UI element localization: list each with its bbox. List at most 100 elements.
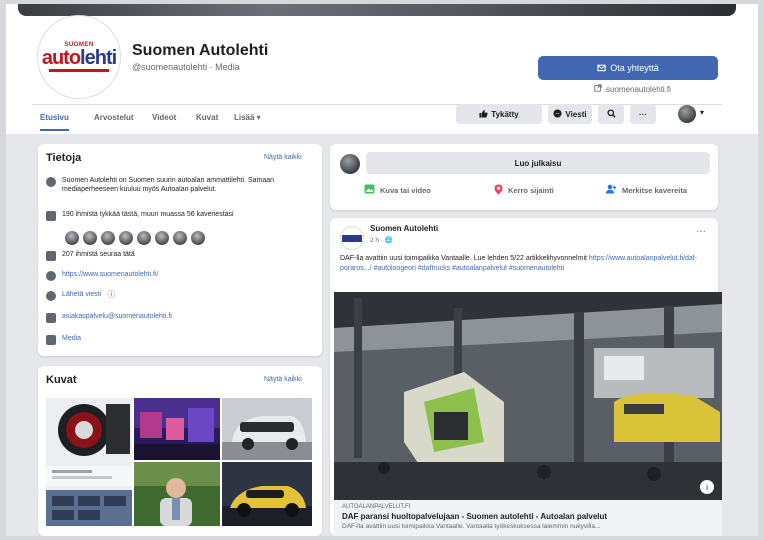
friend-avatars[interactable]	[64, 230, 206, 246]
tag-friends-action[interactable]: Merkitse kavereita	[606, 184, 687, 196]
contact-button[interactable]: Ota yhteyttä	[538, 56, 718, 80]
contact-button-label: Ota yhteyttä	[610, 63, 659, 73]
post-image[interactable]: i	[334, 292, 722, 500]
page-title: Suomen Autolehti	[132, 42, 269, 59]
post-options-button[interactable]: ···	[696, 226, 706, 237]
category-icon	[46, 335, 56, 345]
about-website-link[interactable]: https://www.suomenautolehti.fi/	[62, 270, 159, 279]
like-button[interactable]: Tykätty	[456, 104, 542, 124]
about-category-link[interactable]: Media	[62, 334, 81, 343]
email-icon	[46, 313, 56, 323]
thumbs-up-icon	[46, 211, 56, 221]
avatar[interactable]	[64, 230, 80, 246]
chevron-down-icon[interactable]: ▾	[700, 108, 704, 117]
about-message-row: Lähetä viesti ⓘ	[46, 290, 306, 301]
about-likes: 190 ihmistä tykkää tästä, muun muassa 56…	[62, 211, 234, 218]
thumbs-up-icon	[479, 109, 488, 120]
photos-title: Kuvat	[46, 374, 77, 386]
post-text: DAF-lla avattiin uusi toimipaikka Vantaa…	[340, 254, 706, 274]
link-preview-title: DAF paransi huoltopalvelujaan - Suomen a…	[342, 512, 608, 521]
about-followers: 207 ihmistä seuraa tätä	[62, 251, 135, 258]
globe-icon	[46, 271, 56, 281]
about-email-row: asiakaspalvelu@suomenautolehti.fi	[46, 312, 306, 323]
feed-post: Suomen Autolehti 2 h · 🌐 ··· DAF-lla ava…	[330, 218, 722, 536]
location-pin-icon	[494, 184, 503, 197]
create-post-button[interactable]: Luo julkaisu	[366, 152, 710, 174]
page-logo: autolehti	[41, 47, 117, 69]
search-icon	[606, 108, 616, 120]
info-circle-icon[interactable]: ⓘ	[107, 290, 115, 301]
about-likes-row: 190 ihmistä tykkää tästä, muun muassa 56…	[46, 210, 306, 221]
about-message-link[interactable]: Lähetä viesti	[62, 290, 101, 299]
logo-rule	[49, 69, 109, 72]
info-icon	[46, 177, 56, 187]
header-website-link[interactable]: suomenautolehti.fi	[594, 84, 671, 94]
link-preview-description: DAF-lla avattiin uusi toimipaikka Vantaa…	[342, 523, 601, 530]
post-timestamp[interactable]: 2 h · 🌐	[370, 236, 393, 244]
post-author-logo	[342, 234, 362, 242]
post-body: DAF-lla avattiin uusi toimipaikka Vantaa…	[340, 255, 587, 262]
tab-more[interactable]: Lisää ▾	[234, 109, 261, 131]
search-button[interactable]	[598, 104, 624, 124]
tab-photos[interactable]: Kuvat	[196, 109, 218, 131]
photo-thumbnail[interactable]	[222, 398, 312, 460]
cover-photo[interactable]	[18, 4, 736, 16]
photo-thumbnail[interactable]	[134, 398, 220, 460]
avatar[interactable]	[136, 230, 152, 246]
tab-videos[interactable]: Videot	[152, 109, 176, 131]
message-button-label: Viesti	[565, 109, 587, 119]
about-see-all-link[interactable]: Näytä kaikki	[264, 154, 302, 161]
photo-thumbnail[interactable]	[46, 398, 132, 526]
logo-part-b: lehti	[80, 47, 117, 69]
about-title: Tietoja	[46, 152, 82, 164]
post-author-name[interactable]: Suomen Autolehti	[370, 224, 438, 233]
avatar[interactable]	[190, 230, 206, 246]
more-options-button[interactable]: ···	[630, 104, 656, 124]
tag-friends-label: Merkitse kavereita	[622, 185, 688, 195]
about-description: Suomen Autolehti on Suomen suurin autoal…	[62, 177, 275, 194]
messenger-icon	[553, 108, 562, 120]
create-post-card: Luo julkaisu Kuva tai video Kerro sijain…	[330, 144, 718, 210]
about-card: Tietoja Näytä kaikki Suomen Autolehti on…	[38, 144, 322, 356]
about-category-row: Media	[46, 334, 306, 345]
rss-icon	[46, 251, 56, 261]
about-description-row: Suomen Autolehti on Suomen suurin autoal…	[46, 176, 306, 195]
avatar[interactable]	[154, 230, 170, 246]
info-icon[interactable]: i	[700, 480, 714, 494]
link-preview[interactable]: AUTOALANPALVELUT.FI DAF paransi huoltopa…	[334, 500, 722, 536]
link-preview-domain: AUTOALANPALVELUT.FI	[342, 504, 411, 510]
photo-video-action[interactable]: Kuva tai video	[364, 184, 431, 196]
external-link-icon	[594, 84, 602, 94]
page-header: SUOMEN autolehti Suomen Autolehti @suome…	[6, 4, 758, 134]
page-profile-picture[interactable]: SUOMEN autolehti	[38, 16, 120, 98]
photo-thumbnail[interactable]	[222, 462, 312, 526]
photos-see-all-link[interactable]: Näytä kaikki	[264, 376, 302, 383]
logo-part-a: auto	[41, 47, 81, 69]
photo-video-label: Kuva tai video	[380, 185, 431, 195]
avatar[interactable]	[340, 154, 360, 174]
photo-thumbnail[interactable]	[134, 462, 220, 526]
avatar[interactable]	[118, 230, 134, 246]
message-button[interactable]: Viesti	[548, 104, 592, 124]
messenger-icon	[46, 291, 56, 301]
facebook-page: SUOMEN autolehti Suomen Autolehti @suome…	[6, 4, 758, 536]
page-handle: @suomenautolehti · Media	[132, 62, 240, 72]
avatar[interactable]	[100, 230, 116, 246]
photos-card: Kuvat Näytä kaikki	[38, 366, 322, 536]
account-avatar[interactable]	[678, 105, 696, 123]
check-in-action[interactable]: Kerro sijainti	[494, 184, 554, 197]
like-button-label: Tykätty	[491, 109, 519, 119]
about-email-link[interactable]: asiakaspalvelu@suomenautolehti.fi	[62, 312, 172, 321]
photo-icon	[364, 184, 375, 196]
about-website-row: https://www.suomenautolehti.fi/	[46, 270, 306, 281]
tag-friends-icon	[606, 184, 617, 196]
check-in-label: Kerro sijainti	[508, 186, 554, 195]
post-author-avatar[interactable]	[340, 226, 364, 250]
tab-home[interactable]: Etusivu	[40, 109, 69, 131]
avatar[interactable]	[82, 230, 98, 246]
tab-reviews[interactable]: Arvostelut	[94, 109, 134, 131]
header-website-label: suomenautolehti.fi	[606, 84, 671, 94]
avatar[interactable]	[172, 230, 188, 246]
about-followers-row: 207 ihmistä seuraa tätä	[46, 250, 306, 261]
envelope-icon	[597, 63, 606, 74]
